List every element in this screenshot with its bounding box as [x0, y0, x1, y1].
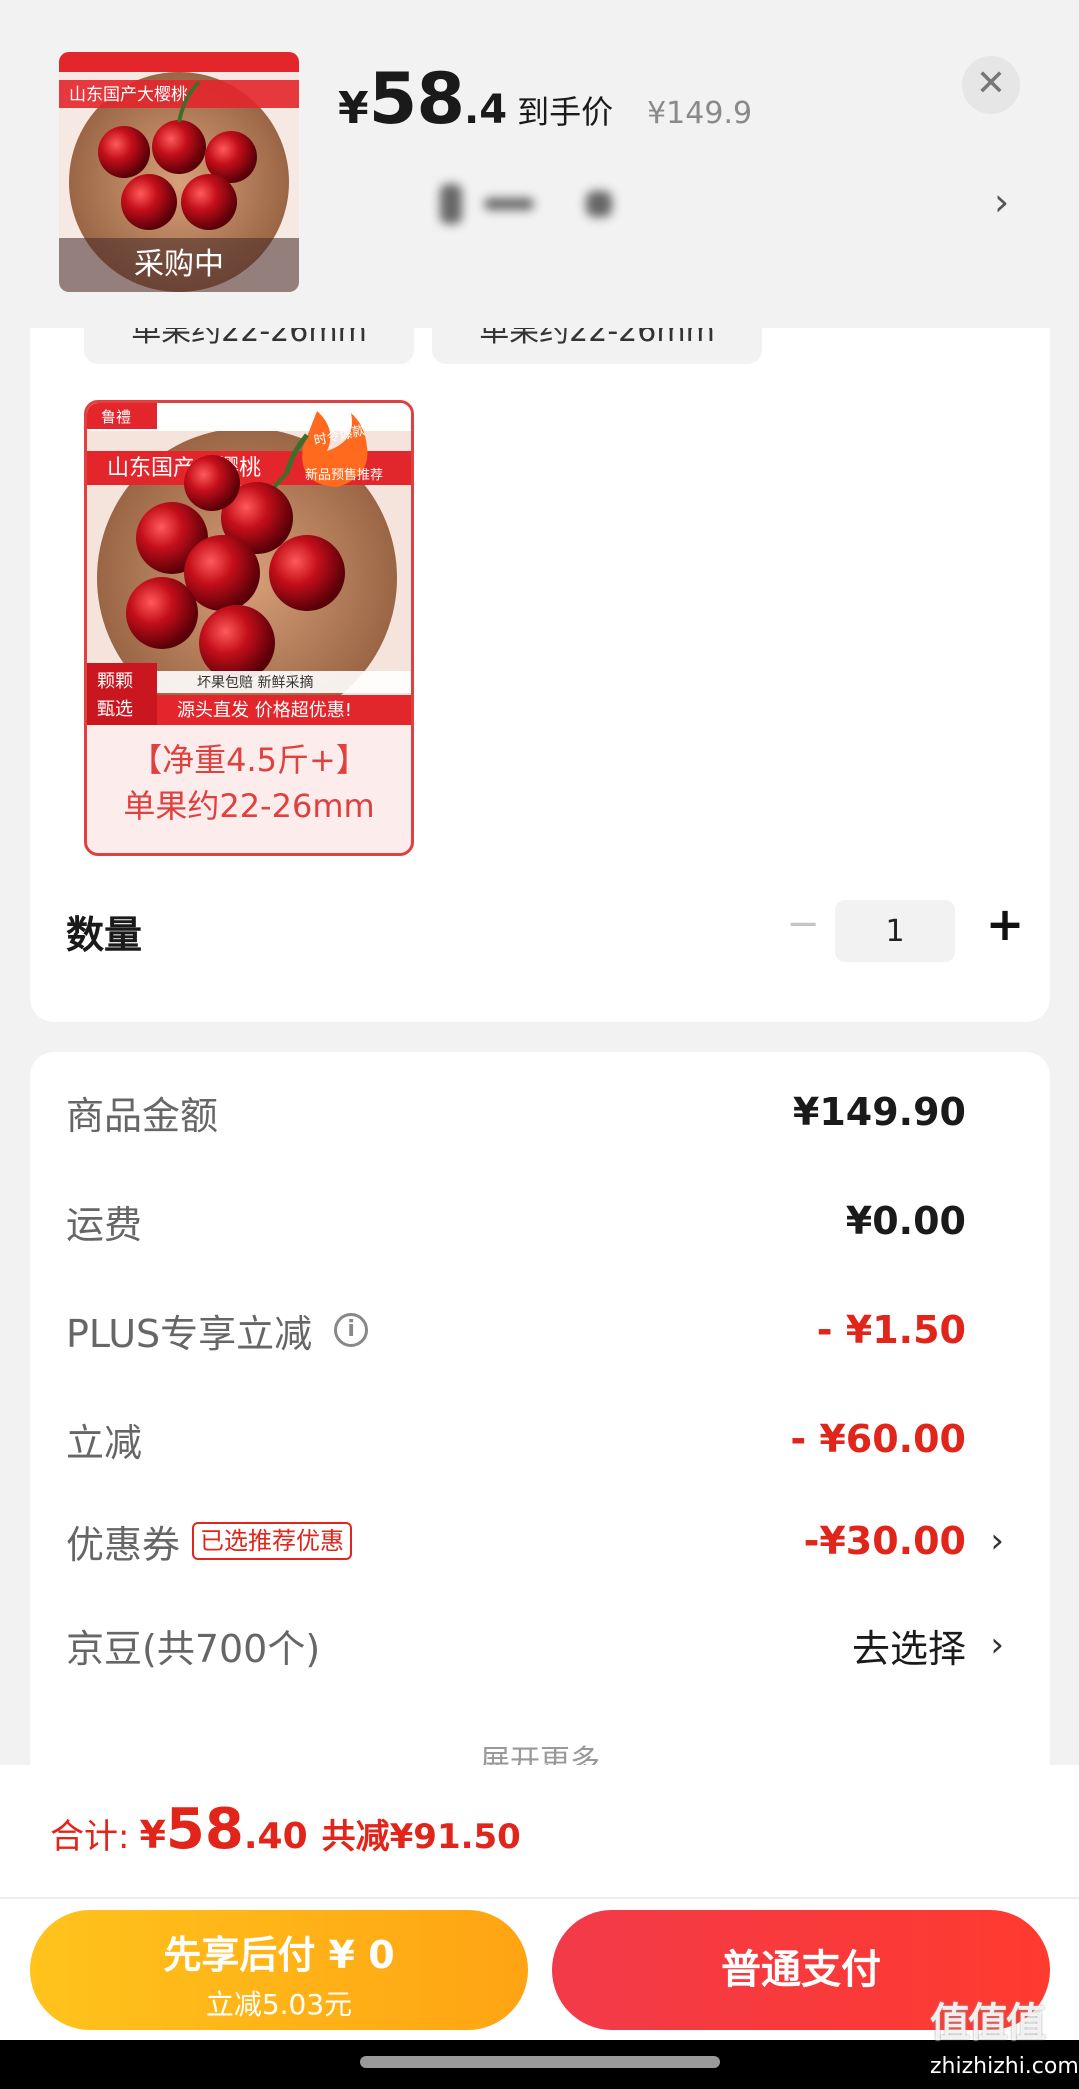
- brand-logo-text: 鲁禮: [101, 408, 131, 426]
- purchasing-badge: 采购中: [59, 238, 299, 292]
- summary-value: 去选择: [851, 1626, 966, 1671]
- price-summary-card: 商品金额 ¥149.90 运费 ¥0.00 PLUS专享立减 i - ¥1.50…: [30, 1052, 1050, 1792]
- summary-row-coupon[interactable]: 优惠券 已选推荐优惠 -¥30.00 ›: [66, 1511, 1050, 1571]
- close-icon: ✕: [975, 63, 1007, 104]
- spec-option-weight: 【净重4.5斤+】: [130, 741, 368, 779]
- sku-header: 山东国产大樱桃 采购中 ¥ 58 .4 到手价 ¥149.9 ✕ ›: [0, 0, 1079, 328]
- banner-text-2: 源头直发 价格超优惠!: [177, 700, 352, 721]
- summary-label: PLUS专享立减: [66, 1311, 313, 1356]
- quantity-input[interactable]: [835, 900, 955, 962]
- corner-text-1: 颗颗: [97, 671, 133, 692]
- watermark-url: zhizhizhi.com: [930, 2054, 1079, 2079]
- summary-value: - ¥1.50: [816, 1308, 966, 1352]
- total-currency: ¥: [139, 1813, 166, 1857]
- product-thumbnail: 山东国产大樱桃 采购中: [59, 52, 299, 292]
- summary-label: 优惠券: [66, 1522, 181, 1567]
- summary-value: - ¥60.00: [790, 1417, 966, 1461]
- system-home-bar: [0, 2040, 1079, 2089]
- pay-later-button[interactable]: 先享后付 ¥ 0 立减5.03元: [30, 1910, 528, 2030]
- original-price: ¥149.9: [647, 96, 753, 131]
- pay-later-sublabel: 立减5.03元: [205, 1988, 353, 2021]
- summary-row-instant-discount: 立减 - ¥60.00: [66, 1409, 1050, 1469]
- plus-icon[interactable]: +: [980, 894, 1030, 954]
- price-decimal: .4: [464, 87, 508, 133]
- divider: [0, 1897, 1079, 1899]
- summary-row-plus-discount: PLUS专享立减 i - ¥1.50: [66, 1300, 1050, 1360]
- total-label: 合计:: [50, 1817, 130, 1857]
- spec-option-label: 【净重4.5斤+】 单果约22-26mm: [87, 737, 411, 829]
- svg-text:山东国产大樱桃: 山东国产大樱桃: [69, 85, 188, 105]
- coupon-badge: 已选推荐优惠: [192, 1522, 353, 1560]
- subribbon-text: 新品预售推荐: [305, 467, 383, 483]
- pay-later-label: 先享后付 ¥ 0: [163, 1933, 395, 1977]
- summary-row-goods-amount: 商品金额 ¥149.90: [66, 1082, 1050, 1142]
- close-button[interactable]: ✕: [962, 56, 1020, 114]
- summary-label: 运费: [66, 1202, 143, 1247]
- home-indicator[interactable]: [360, 2056, 720, 2068]
- minus-icon[interactable]: −: [778, 896, 828, 952]
- product-image: 鲁禮 山东国产大樱桃 时令爆款 新品预售推荐 颗颗 甄选 坏果包赔 新鲜采摘 源…: [87, 403, 411, 725]
- summary-value: ¥0.00: [845, 1199, 966, 1243]
- summary-label: 商品金额: [66, 1093, 219, 1138]
- total-decimal: .40: [243, 1816, 308, 1857]
- summary-label: 京豆(共700个): [66, 1626, 321, 1671]
- total-row: 合计: ¥ 58 .40 共减¥91.50: [50, 1797, 521, 1862]
- chevron-right-icon[interactable]: ›: [990, 1521, 1004, 1561]
- spec-option-size: 单果约22-26mm: [123, 787, 375, 825]
- banner-text-1: 坏果包赔 新鲜采摘: [197, 674, 313, 691]
- corner-text-2: 甄选: [97, 699, 133, 720]
- spec-selection-card: 单果约22-26mm 单果约22-26mm 鲁禮 山东国产大樱桃 时令爆款 新品…: [30, 300, 1050, 1022]
- price-integer: 58: [368, 58, 465, 140]
- watermark-logo: 值值值: [930, 2000, 1046, 2046]
- final-price-tag: 到手价: [517, 93, 614, 131]
- summary-label: 立减: [66, 1420, 143, 1465]
- summary-value: -¥30.00: [803, 1519, 966, 1563]
- summary-row-jd-beans[interactable]: 京豆(共700个) 去选择 ›: [66, 1615, 1050, 1675]
- selected-spec-blurred[interactable]: [440, 182, 620, 226]
- quantity-label: 数量: [66, 913, 143, 957]
- info-icon[interactable]: i: [334, 1313, 369, 1347]
- total-integer: 58: [165, 1797, 244, 1862]
- price-row: ¥ 58 .4 到手价 ¥149.9: [338, 58, 752, 140]
- chevron-right-icon[interactable]: ›: [990, 1625, 1004, 1665]
- spec-option-selected[interactable]: 鲁禮 山东国产大樱桃 时令爆款 新品预售推荐 颗颗 甄选 坏果包赔 新鲜采摘 源…: [84, 400, 414, 856]
- summary-row-shipping: 运费 ¥0.00: [66, 1191, 1050, 1251]
- price-currency: ¥: [338, 83, 369, 134]
- chevron-right-icon[interactable]: ›: [994, 180, 1009, 224]
- total-savings: 共减¥91.50: [321, 1817, 521, 1857]
- summary-value: ¥149.90: [792, 1090, 966, 1134]
